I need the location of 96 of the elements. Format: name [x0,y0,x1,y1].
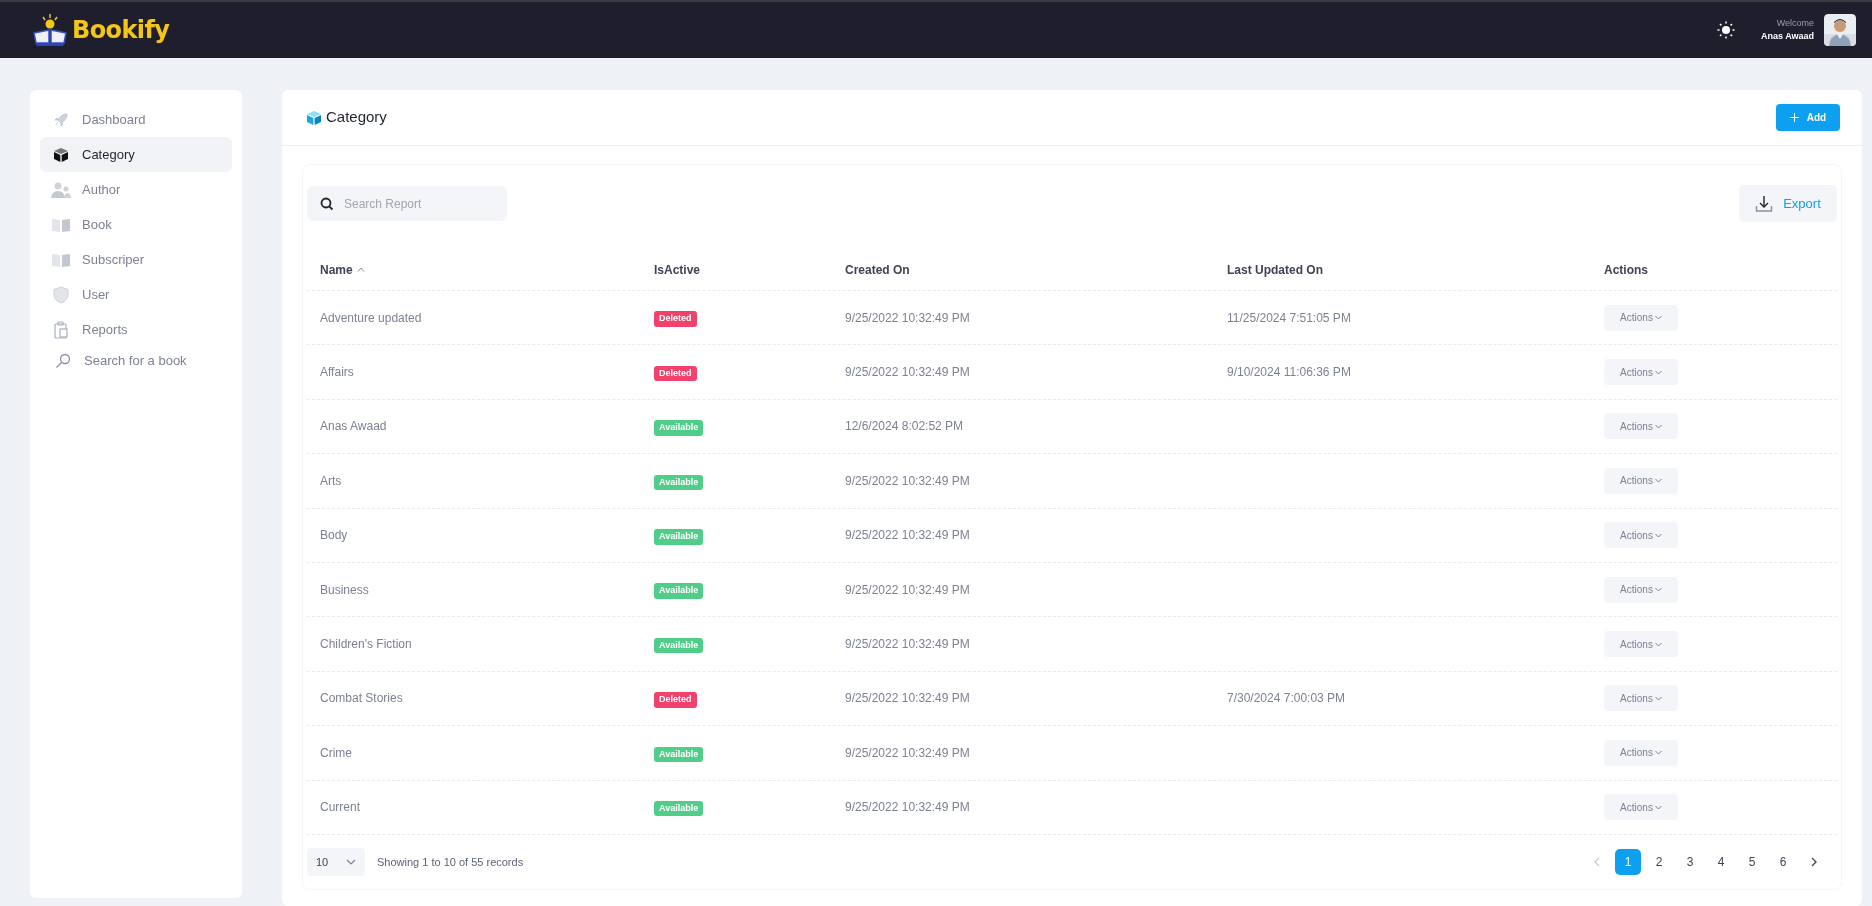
sidebar-item[interactable]: User [40,277,232,312]
plus-icon [1789,113,1799,122]
status-badge: Available [654,800,704,817]
page-button[interactable]: 4 [1708,848,1734,875]
table-cell-text: 9/25/2022 10:32:49 PM [845,581,971,599]
book-icon [51,216,71,233]
export-button[interactable]: Export [1739,185,1837,222]
column-header: Created On [845,261,910,279]
book-icon [51,251,71,268]
table-cell-text: Business [320,581,370,599]
chevron-right-icon [1811,856,1817,867]
chevron-down-icon [1654,804,1662,810]
user-name: Anas Awaad [1760,30,1814,43]
table-cell-text: 9/25/2022 10:32:49 PM [845,744,971,762]
actions-dropdown[interactable]: Actions [1604,304,1678,331]
table-cell-text: Arts [320,472,343,490]
table-cell-text: 9/25/2022 10:32:49 PM [845,799,971,817]
status-badge: Deleted [654,311,697,327]
actions-dropdown[interactable]: Actions [1604,522,1678,549]
chevron-down-icon [1654,478,1662,484]
sidebar-item[interactable]: Subscriper [40,242,232,277]
page-size-select[interactable]: 10 [307,847,365,876]
table-cell-text: 9/25/2022 10:32:49 PM [845,364,971,382]
users-icon [50,180,72,199]
sidebar-item[interactable]: Author [40,172,232,207]
download-icon [1755,194,1774,213]
table-cell-text: Current [320,799,361,817]
status-badge: Available [654,637,704,654]
table-cell-text: Combat Stories [320,690,404,708]
welcome-text: Welcome [1776,17,1814,30]
records-summary: Showing 1 to 10 of 55 records [377,854,524,870]
search-icon [55,352,71,369]
actions-dropdown[interactable]: Actions [1604,413,1678,440]
actions-dropdown[interactable]: Actions [1604,467,1678,494]
chevron-down-icon [1654,532,1662,538]
chevron-down-icon [1654,315,1662,321]
page-button[interactable]: 5 [1739,848,1765,875]
actions-dropdown[interactable]: Actions [1604,685,1678,712]
chevron-left-icon [1594,856,1600,867]
page-title: Category [326,107,387,128]
table-cell-text: 9/25/2022 10:32:49 PM [845,636,971,654]
page-button[interactable]: 1 [1615,848,1641,875]
status-badge: Available [654,474,704,491]
column-header: Last Updated On [1227,261,1323,279]
chevron-down-icon [1654,423,1662,429]
actions-dropdown[interactable]: Actions [1604,794,1678,821]
chevron-down-icon [1654,641,1662,647]
table-cell-text: Body [320,527,349,545]
table-cell-text: Affairs [320,364,355,382]
status-badge: Available [654,746,704,763]
actions-dropdown[interactable]: Actions [1604,576,1678,603]
actions-dropdown[interactable]: Actions [1604,631,1678,658]
status-badge: Deleted [654,365,697,382]
cube-icon [306,109,322,126]
actions-dropdown[interactable]: Actions [1604,359,1678,386]
search-field[interactable]: Search Report [307,186,507,221]
page-button[interactable]: 3 [1677,848,1703,875]
brand-name: Bookify [72,15,170,46]
table-cell-text: 9/25/2022 10:32:49 PM [845,309,971,327]
page-button[interactable]: 2 [1646,848,1672,875]
column-header: Actions [1604,261,1648,279]
table-cell-text: Children's Fiction [320,636,413,654]
status-badge: Available [654,529,704,545]
table-cell-text: Crime [320,744,353,762]
table-cell-text: 9/10/2024 11:06:36 PM [1227,364,1352,382]
sun-icon [1716,21,1735,39]
chevron-down-icon [1654,369,1662,375]
status-badge: Available [654,420,704,436]
cube-icon [52,145,70,164]
status-badge: Deleted [654,692,697,708]
chevron-down-icon [1654,750,1662,756]
chevron-down-icon [1654,587,1662,593]
chevron-down-icon [1654,695,1662,701]
sidebar-item[interactable]: Dashboard [40,102,232,137]
actions-dropdown[interactable]: Actions [1604,739,1678,766]
page-button[interactable]: 6 [1770,848,1796,875]
book-logo-icon [32,13,68,47]
table-cell-text: 7/30/2024 7:00:03 PM [1227,690,1347,708]
sidebar-item[interactable]: Book [40,207,232,242]
chevron-down-icon [346,858,356,865]
column-header[interactable]: Name [320,260,353,279]
shield-icon [52,285,70,304]
table-cell-text: 11/25/2024 7:51:05 PM [1227,309,1352,327]
add-button[interactable]: Add [1776,104,1840,131]
table-cell-text: 9/25/2022 10:32:49 PM [845,527,971,545]
table-cell-text: 12/6/2024 8:02:52 PM [845,418,965,436]
table-cell-text: 9/25/2022 10:32:49 PM [845,690,971,708]
rocket-icon [52,110,70,129]
column-header: IsActive [654,261,701,279]
sidebar-item[interactable]: Category [40,137,232,172]
clipboard-icon [52,320,70,339]
table-cell-text: 9/25/2022 10:32:49 PM [845,472,971,490]
table-cell-text: Adventure updated [320,309,423,327]
status-badge: Available [654,583,704,599]
table-cell-text: Anas Awaad [320,418,388,436]
search-icon [320,197,334,211]
